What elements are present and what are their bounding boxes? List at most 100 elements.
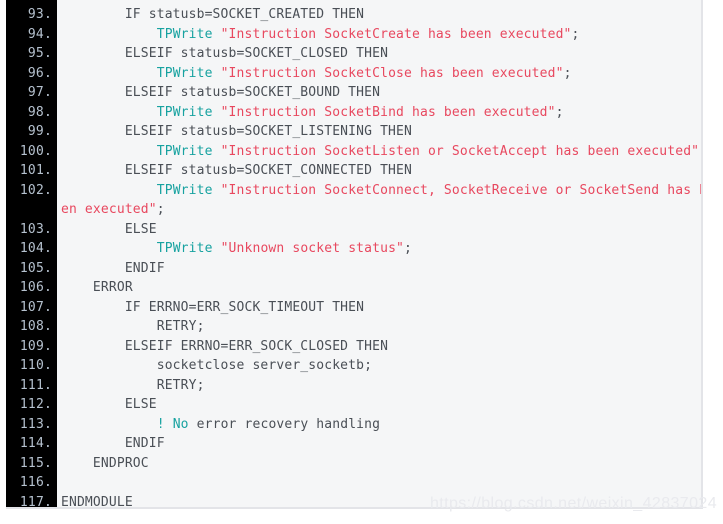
line-number: 98. xyxy=(27,104,52,120)
code-token-kw: TPWrite xyxy=(156,143,213,159)
line-number: 93. xyxy=(27,7,52,22)
code-token-plain: ELSEIF ERRNO=ERR_SOCK_CLOSED THEN xyxy=(61,338,389,354)
line-number: 112. xyxy=(19,397,52,412)
code-line[interactable]: TPWrite "Instruction SocketListen or Soc… xyxy=(61,142,701,162)
code-token-kw: TPWrite xyxy=(156,104,213,120)
line-number: 107. xyxy=(19,299,52,315)
code-token-plain: ; xyxy=(555,104,564,120)
line-number: 103. xyxy=(19,221,52,237)
code-token-plain: IF ERRNO=ERR_SOCK_TIMEOUT THEN xyxy=(61,299,365,315)
code-line[interactable]: ERROR xyxy=(61,278,701,298)
code-token-str: "Instruction SocketConnect, SocketReceiv… xyxy=(220,182,701,198)
code-line[interactable]: ELSEIF statusb=SOCKET_CONNECTED THEN xyxy=(61,161,701,181)
line-number: 117. xyxy=(19,494,52,509)
line-number: 97. xyxy=(27,85,52,100)
code-token-kw: TPWrite xyxy=(156,65,213,81)
code-token-cmt: error recovery handling xyxy=(188,416,381,432)
line-number: 104. xyxy=(19,241,52,256)
line-number: 113. xyxy=(19,416,52,432)
line-number: 100. xyxy=(19,143,52,159)
line-number: 110. xyxy=(19,358,52,373)
code-line[interactable]: ELSE xyxy=(61,395,701,415)
code-token-plain: ; xyxy=(563,65,572,81)
code-token-plain: ENDIF xyxy=(61,436,165,451)
code-line[interactable]: ELSEIF statusb=SOCKET_BOUND THEN xyxy=(61,83,701,103)
line-number: 94. xyxy=(27,26,52,42)
line-number: 108. xyxy=(19,319,52,334)
line-number: 102. xyxy=(19,182,52,198)
line-number: 115. xyxy=(19,455,52,471)
code-token-plain: ELSE xyxy=(61,397,157,412)
line-number: 95. xyxy=(27,46,52,61)
code-token-plain: ; xyxy=(156,202,165,217)
code-line[interactable]: ENDPROC xyxy=(61,454,701,474)
code-token-plain: ; xyxy=(404,241,413,256)
code-token-plain: socketclose server_socketb; xyxy=(61,358,373,373)
code-line[interactable]: TPWrite "Instruction SocketClose has bee… xyxy=(61,64,701,84)
line-number: 111. xyxy=(19,377,52,393)
code-token-plain: ELSEIF statusb=SOCKET_CONNECTED THEN xyxy=(61,163,412,178)
code-token-plain: ENDPROC xyxy=(61,455,149,471)
line-number: 101. xyxy=(19,163,52,178)
line-number-continuation xyxy=(6,200,52,220)
code-line[interactable]: ! No error recovery handling xyxy=(61,415,701,435)
line-number: 105. xyxy=(19,260,52,276)
code-line[interactable]: TPWrite "Instruction SocketConnect, Sock… xyxy=(61,181,701,201)
code-token-cmtkw: ! xyxy=(156,416,165,432)
code-line[interactable]: socketclose server_socketb; xyxy=(61,356,701,376)
code-line[interactable]: ELSEIF ERRNO=ERR_SOCK_CLOSED THEN xyxy=(61,337,701,357)
line-number: 114. xyxy=(19,436,52,451)
line-number: 106. xyxy=(19,280,52,295)
code-line[interactable]: ELSE xyxy=(61,220,701,240)
code-line[interactable]: IF statusb=SOCKET_CREATED THEN xyxy=(61,5,701,25)
code-line[interactable]: ENDMODULE xyxy=(61,493,701,508)
screenshot-root: 93. 94. 95. 96. 97. 98. 99. 100. 101. 102. 103. 10… xyxy=(0,0,723,524)
code-token-plain: RETRY; xyxy=(61,377,205,393)
code-line[interactable]: IF ERRNO=ERR_SOCK_TIMEOUT THEN xyxy=(61,298,701,318)
code-token-plain: ELSEIF statusb=SOCKET_CLOSED THEN xyxy=(61,46,389,61)
code-line-wrapped[interactable]: en executed"; xyxy=(61,200,701,220)
code-token-str: "Instruction SocketBind has been execute… xyxy=(220,104,556,120)
code-token-plain: RETRY; xyxy=(61,319,205,334)
code-line[interactable]: RETRY; xyxy=(61,317,701,337)
code-token-plain: ELSEIF statusb=SOCKET_BOUND THEN xyxy=(61,85,381,100)
code-line[interactable]: TPWrite "Instruction SocketCreate has be… xyxy=(61,25,701,45)
code-line[interactable]: TPWrite "Instruction SocketBind has been… xyxy=(61,103,701,123)
code-token-str: "Unknown socket status" xyxy=(220,241,405,256)
code-token-plain: ELSEIF statusb=SOCKET_LISTENING THEN xyxy=(61,124,412,139)
code-line[interactable]: ELSEIF statusb=SOCKET_CLOSED THEN xyxy=(61,44,701,64)
code-block: 93. 94. 95. 96. 97. 98. 99. 100. 101. 102. 103. 10… xyxy=(6,0,703,509)
code-line[interactable]: ELSEIF statusb=SOCKET_LISTENING THEN xyxy=(61,122,701,142)
code-line[interactable]: ENDIF xyxy=(61,259,701,279)
line-number: 99. xyxy=(27,124,52,139)
line-number: 109. xyxy=(19,338,52,354)
line-number: 116. xyxy=(19,475,52,490)
code-line[interactable]: ENDIF xyxy=(61,434,701,454)
code-token-plain: ; xyxy=(699,144,701,159)
code-line[interactable]: TPWrite "Unknown socket status"; xyxy=(61,239,701,259)
line-number: 96. xyxy=(27,65,52,81)
code-line[interactable]: RETRY; xyxy=(61,376,701,396)
code-token-kw: TPWrite xyxy=(156,241,213,256)
code-token-cmtkw: No xyxy=(172,416,189,432)
code-token-str: en executed" xyxy=(61,202,157,217)
code-line[interactable] xyxy=(61,473,701,493)
code-token-kw: TPWrite xyxy=(156,182,213,198)
code-content[interactable]: IF statusb=SOCKET_CREATED THEN TPWrite "… xyxy=(57,0,701,507)
code-token-plain: ; xyxy=(571,26,580,42)
code-token-plain: IF statusb=SOCKET_CREATED THEN xyxy=(61,7,365,22)
code-token-plain: ERROR xyxy=(61,280,133,295)
